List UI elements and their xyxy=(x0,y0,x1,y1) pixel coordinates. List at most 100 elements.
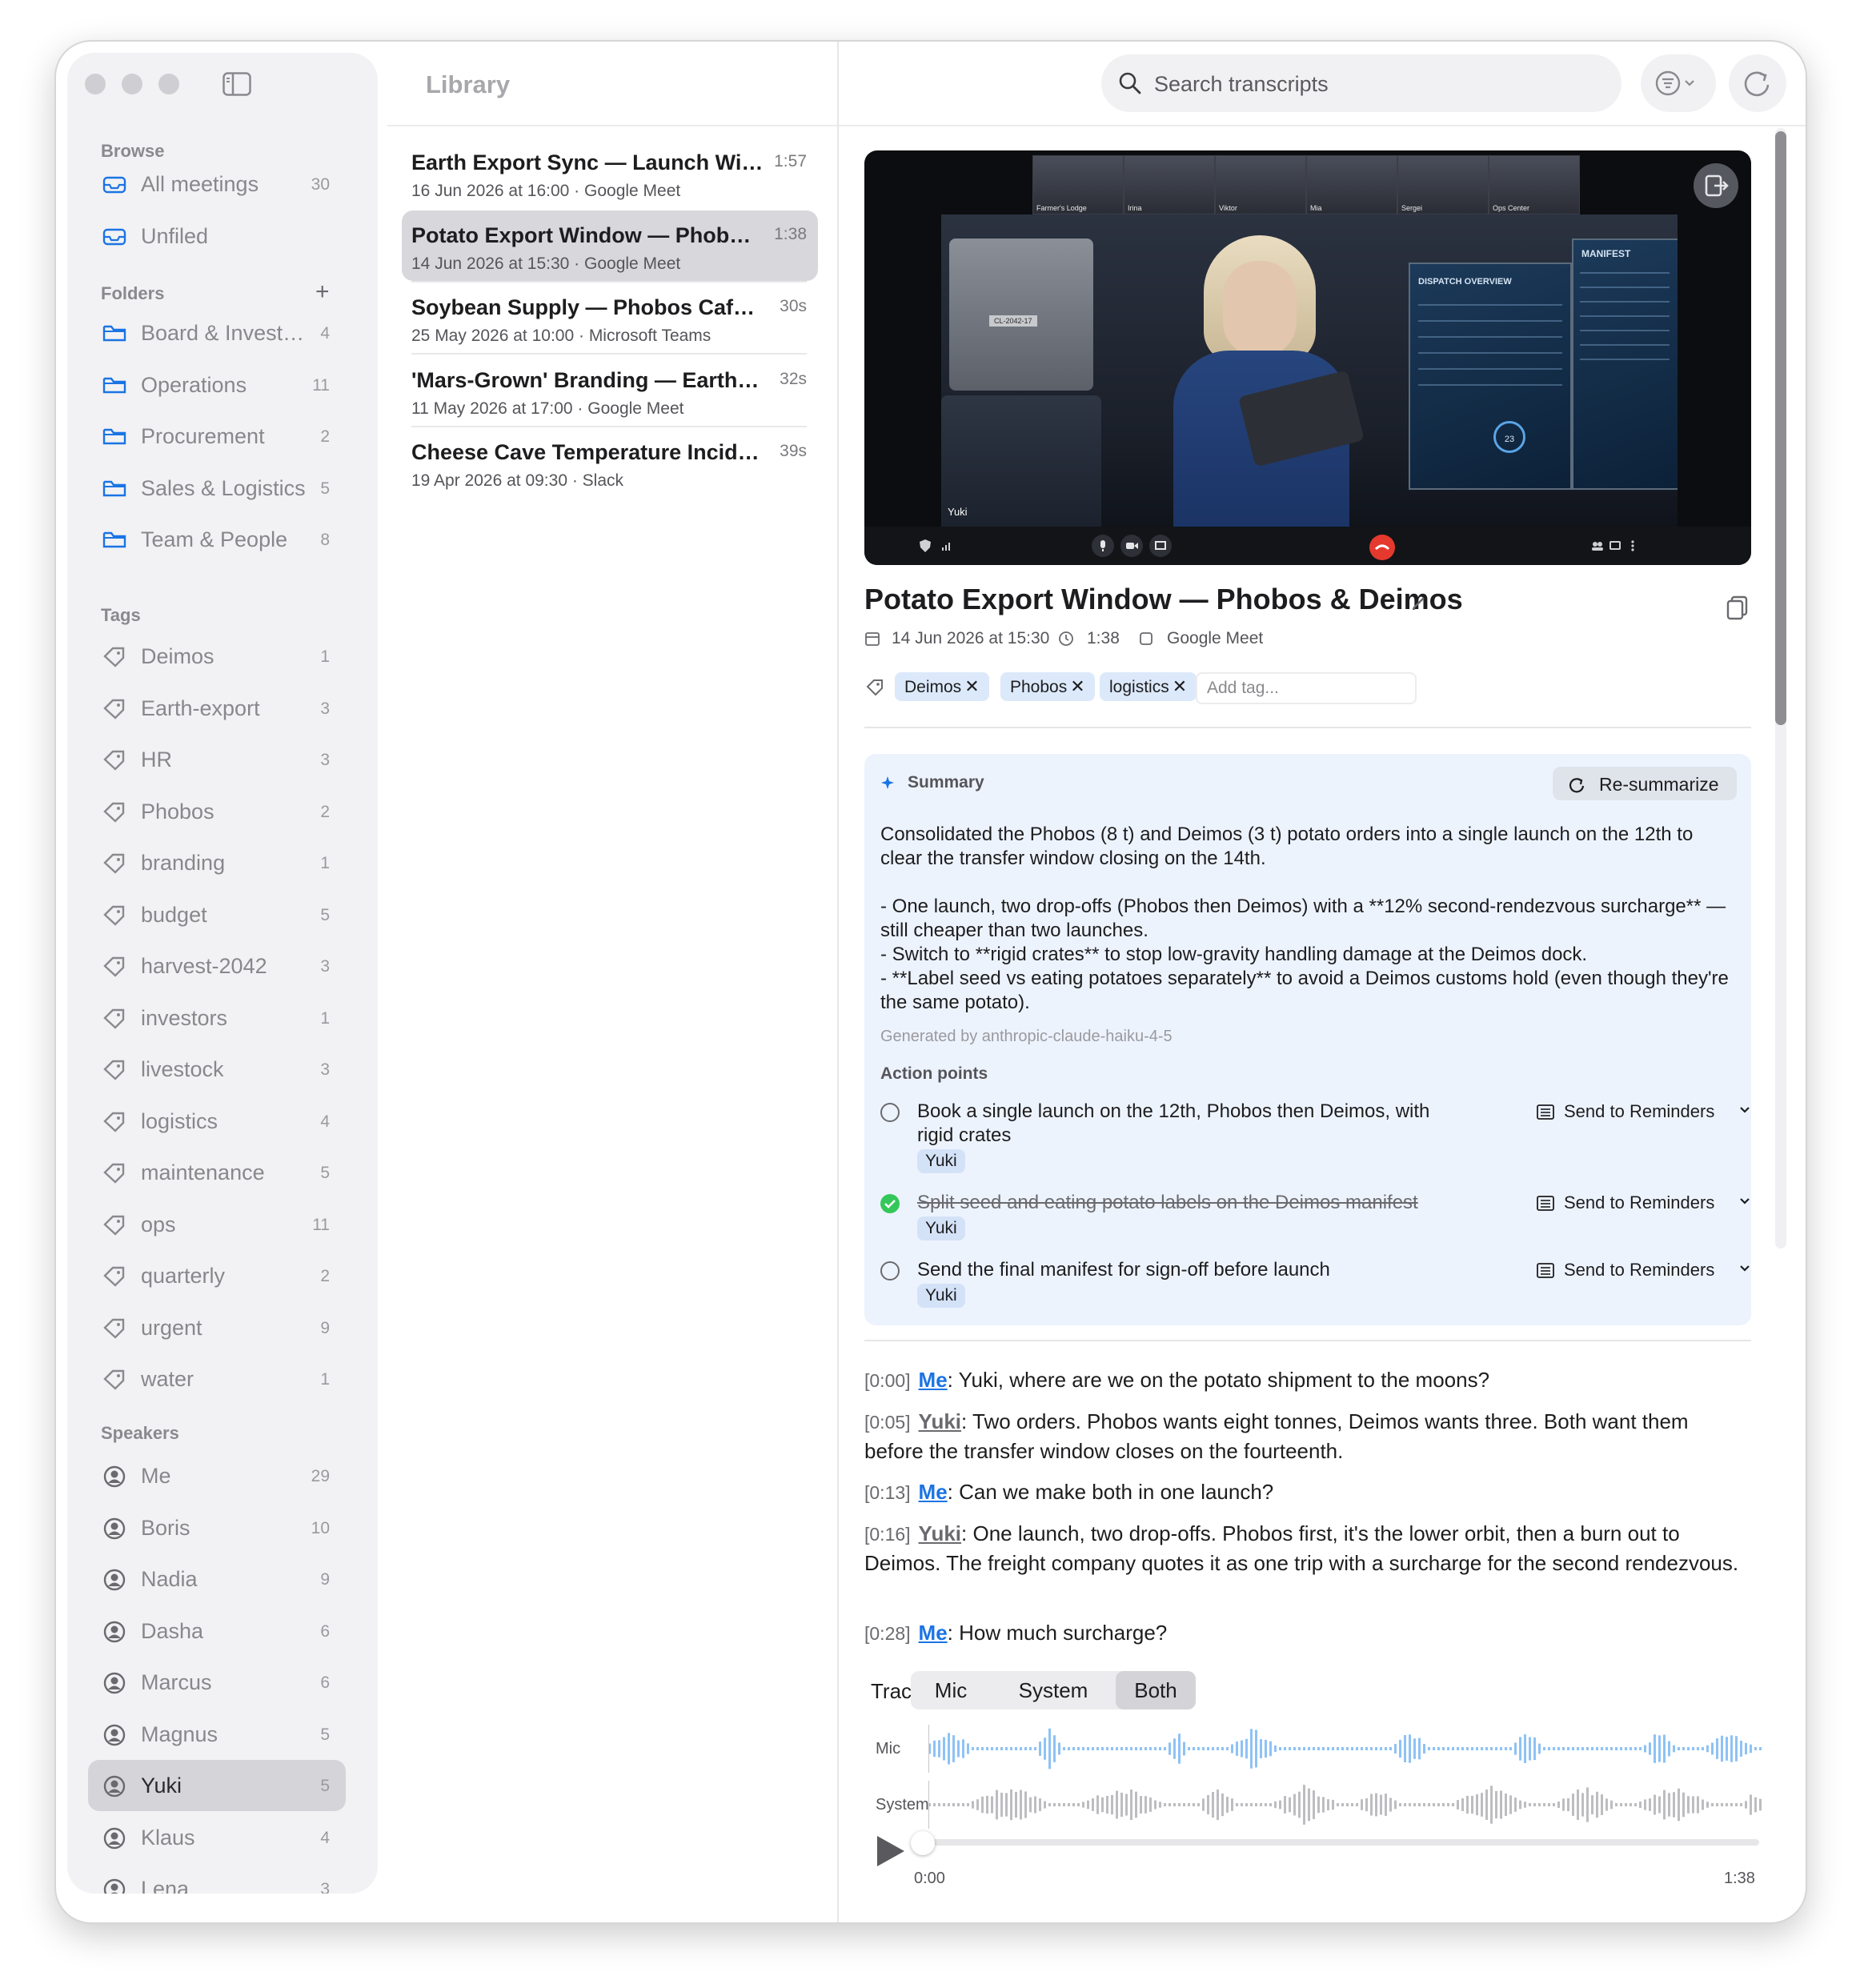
transcript-speaker[interactable]: Yuki xyxy=(919,1521,961,1545)
tag-item-investors[interactable]: investors 1 xyxy=(88,992,346,1044)
transcript-timestamp[interactable]: [0:05] xyxy=(864,1412,911,1433)
search-input[interactable] xyxy=(1152,66,1604,102)
tag-item-quarterly[interactable]: quarterly 2 xyxy=(88,1250,346,1301)
sidebar-item-all-meetings[interactable]: All meetings 30 xyxy=(88,158,346,210)
refresh-icon xyxy=(1567,775,1586,794)
playback-progress[interactable] xyxy=(912,1839,1759,1846)
playhead-knob[interactable] xyxy=(911,1831,935,1855)
search-field[interactable] xyxy=(1101,54,1621,112)
microphone-icon[interactable] xyxy=(1092,535,1114,557)
tag-item-logistics[interactable]: logistics 4 xyxy=(88,1096,346,1147)
detail-scrollbar[interactable] xyxy=(1775,131,1786,725)
transcript-speaker[interactable]: Me xyxy=(919,1621,948,1645)
participant-thumbnail[interactable]: Viktor xyxy=(1215,155,1306,214)
remove-tag-icon[interactable]: ✕ xyxy=(1070,676,1084,696)
speaker-item-klaus[interactable]: Klaus 4 xyxy=(88,1812,346,1863)
edit-title-icon[interactable] xyxy=(1410,594,1428,611)
speaker-item-yuki[interactable]: Yuki 5 xyxy=(88,1760,346,1811)
transcript-speaker[interactable]: Me xyxy=(919,1480,948,1504)
participant-thumbnail[interactable]: Sergei xyxy=(1397,155,1489,214)
checkbox[interactable] xyxy=(880,1261,900,1281)
speaker-item-label: Marcus xyxy=(141,1670,212,1694)
tag-chip-deimos[interactable]: Deimos ✕ xyxy=(895,672,989,701)
participant-thumbnail[interactable]: Ops Center xyxy=(1489,155,1580,214)
folder-item-procurement[interactable]: Procurement 2 xyxy=(88,411,346,462)
track-mic[interactable]: Mic xyxy=(911,1671,991,1709)
waveform-bar xyxy=(1173,1738,1176,1759)
send-to-reminders-button[interactable]: Send to Reminders xyxy=(1537,1100,1750,1124)
end-call-button[interactable] xyxy=(1369,535,1395,560)
tag-item-water[interactable]: water 1 xyxy=(88,1353,346,1405)
track-both[interactable]: Both xyxy=(1116,1671,1196,1709)
add-tag-input[interactable] xyxy=(1196,672,1417,704)
meeting-list-item[interactable]: Cheese Cave Temperature Incident 39s 19 Ap… xyxy=(402,427,818,498)
meeting-list-item[interactable]: Soybean Supply — Phobos Cafeteria 30s 25 M… xyxy=(402,283,818,355)
send-to-reminders-button[interactable]: Send to Reminders xyxy=(1537,1191,1750,1215)
participant-thumbnail[interactable]: Irina xyxy=(1124,155,1215,214)
add-folder-button[interactable]: + xyxy=(315,279,330,306)
copy-icon[interactable] xyxy=(1724,594,1751,621)
transcript-timestamp[interactable]: [0:16] xyxy=(864,1524,911,1545)
transcript-speaker[interactable]: Me xyxy=(919,1368,948,1392)
play-button[interactable] xyxy=(877,1836,904,1866)
send-to-reminders-button[interactable]: Send to Reminders xyxy=(1537,1258,1750,1282)
meeting-list-item[interactable]: Earth Export Sync — Launch Window 1:57 16 … xyxy=(402,138,818,208)
speaker-item-me[interactable]: Me 29 xyxy=(88,1450,346,1501)
transcript-timestamp[interactable]: [0:13] xyxy=(864,1482,911,1503)
camera-icon[interactable] xyxy=(1120,535,1143,557)
transcript-speaker[interactable]: Yuki xyxy=(919,1409,961,1433)
zoom-window-button[interactable] xyxy=(158,74,179,94)
close-window-button[interactable] xyxy=(85,74,106,94)
tag-item-livestock[interactable]: livestock 3 xyxy=(88,1044,346,1095)
screen-share-icon[interactable] xyxy=(1149,535,1172,557)
exit-video-button[interactable] xyxy=(1694,163,1738,208)
folder-item-operations[interactable]: Operations 11 xyxy=(88,359,346,411)
meeting-list-item[interactable]: Potato Export Window — Phobos & Deimos 1:… xyxy=(402,210,818,283)
tag-item-urgent[interactable]: urgent 9 xyxy=(88,1302,346,1353)
tag-item-deimos[interactable]: Deimos 1 xyxy=(88,631,346,682)
mic-waveform[interactable] xyxy=(928,1721,1769,1777)
tag-item-harvest-2042[interactable]: harvest-2042 3 xyxy=(88,940,346,992)
checked-checkbox-icon[interactable] xyxy=(880,1194,900,1213)
speaker-item-boris[interactable]: Boris 10 xyxy=(88,1502,346,1553)
tag-chip-phobos[interactable]: Phobos ✕ xyxy=(1000,672,1095,701)
more-options-icon[interactable] xyxy=(1625,538,1641,554)
folder-item-sales-logistics[interactable]: Sales & Logistics 5 xyxy=(88,463,346,514)
participants-icon[interactable] xyxy=(1589,538,1605,554)
tag-item-maintenance[interactable]: maintenance 5 xyxy=(88,1147,346,1198)
chat-icon[interactable] xyxy=(1607,538,1623,554)
system-waveform[interactable] xyxy=(928,1777,1769,1833)
sidebar-toggle-icon[interactable] xyxy=(222,72,251,96)
transcript-timestamp[interactable]: [0:00] xyxy=(864,1370,911,1391)
participant-thumbnail[interactable]: Farmer's Lodge xyxy=(1032,155,1124,214)
minimize-window-button[interactable] xyxy=(122,74,142,94)
speaker-item-dasha[interactable]: Dasha 6 xyxy=(88,1605,346,1657)
track-system[interactable]: System xyxy=(991,1671,1116,1709)
resummarize-button[interactable]: Re-summarize xyxy=(1553,767,1737,800)
tag-item-phobos[interactable]: Phobos 2 xyxy=(88,786,346,837)
folder-item-board-investors[interactable]: Board & Investors 4 xyxy=(88,307,346,359)
folder-item-team-people[interactable]: Team & People 8 xyxy=(88,514,346,565)
transcript-timestamp[interactable]: [0:28] xyxy=(864,1623,911,1644)
meeting-video[interactable]: Farmer's Lodge Irina Viktor Mia Sergei Ops Ce… xyxy=(864,150,1751,565)
tag-item-hr[interactable]: HR 3 xyxy=(88,734,346,785)
speaker-item-lena[interactable]: Lena 3 xyxy=(88,1863,346,1894)
speaker-item-nadia[interactable]: Nadia 9 xyxy=(88,1553,346,1605)
filter-menu-button[interactable] xyxy=(1641,54,1716,112)
tag-item-budget[interactable]: budget 5 xyxy=(88,889,346,940)
refresh-button[interactable] xyxy=(1729,54,1786,112)
tag-item-ops[interactable]: ops 11 xyxy=(88,1199,346,1250)
speaker-item-marcus[interactable]: Marcus 6 xyxy=(88,1657,346,1708)
waveform-bar xyxy=(1634,1747,1637,1750)
checkbox[interactable] xyxy=(880,1103,900,1122)
waveform-bar xyxy=(1726,1803,1728,1806)
speaker-item-magnus[interactable]: Magnus 5 xyxy=(88,1709,346,1760)
remove-tag-icon[interactable]: ✕ xyxy=(964,676,979,696)
sidebar-item-unfiled[interactable]: Unfiled xyxy=(88,210,346,262)
tag-item-earth-export[interactable]: Earth-export 3 xyxy=(88,683,346,734)
participant-thumbnail[interactable]: Mia xyxy=(1306,155,1397,214)
meeting-list-item[interactable]: 'Mars-Grown' Branding — Earth Market 32s 1… xyxy=(402,355,818,427)
tag-chip-logistics[interactable]: logistics ✕ xyxy=(1100,672,1197,701)
tag-item-branding[interactable]: branding 1 xyxy=(88,837,346,888)
remove-tag-icon[interactable]: ✕ xyxy=(1173,676,1187,696)
